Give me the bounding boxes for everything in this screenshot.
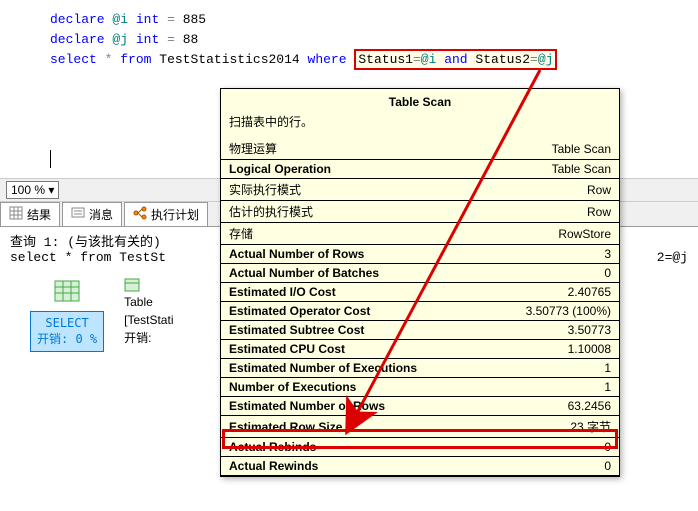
tab-messages[interactable]: 消息 (62, 202, 122, 226)
tab-results[interactable]: 结果 (0, 202, 60, 226)
where-clause-highlight: Status1=@i and Status2=@j (354, 49, 557, 70)
message-icon (71, 206, 85, 223)
plan-node-tablescan[interactable]: Table [TestStati 开销: (124, 275, 173, 347)
plan-icon (133, 206, 147, 223)
select-cost-label: SELECT 开销: 0 % (30, 311, 104, 352)
tooltip-row: Estimated Row Size23 字节 (221, 416, 619, 438)
tooltip-title: Table Scan (221, 89, 619, 111)
tooltip-row: Estimated CPU Cost1.10008 (221, 340, 619, 359)
tab-label: 执行计划 (151, 206, 199, 223)
zoom-select[interactable]: 100 % ▾ (6, 181, 59, 199)
operator-tooltip: Table Scan 扫描表中的行。 物理运算Table ScanLogical… (220, 88, 620, 477)
table-icon (124, 277, 140, 293)
tooltip-row: Number of Executions1 (221, 378, 619, 397)
tooltip-row: 存储RowStore (221, 223, 619, 245)
tooltip-description: 扫描表中的行。 (221, 111, 619, 138)
tooltip-properties: 物理运算Table ScanLogical OperationTable Sca… (221, 138, 619, 476)
tooltip-row: Actual Rewinds0 (221, 457, 619, 476)
tooltip-row: Estimated I/O Cost2.40765 (221, 283, 619, 302)
tab-execution-plan[interactable]: 执行计划 (124, 202, 208, 226)
tooltip-row: Estimated Subtree Cost3.50773 (221, 321, 619, 340)
tab-label: 结果 (27, 206, 51, 223)
grid-icon (9, 206, 23, 223)
tab-label: 消息 (89, 206, 113, 223)
tooltip-row: 物理运算Table Scan (221, 138, 619, 160)
tooltip-row: Actual Number of Rows3 (221, 245, 619, 264)
tooltip-row: Actual Rebinds0 (221, 438, 619, 457)
code-line: select * from TestStatistics2014 where S… (50, 50, 688, 70)
tooltip-row: Logical OperationTable Scan (221, 160, 619, 179)
chevron-down-icon: ▾ (48, 183, 54, 197)
table-icon (51, 275, 83, 307)
code-line: declare @j int = 88 (50, 30, 688, 50)
code-line: declare @i int = 885 (50, 10, 688, 30)
plan-node-select[interactable]: SELECT 开销: 0 % (30, 275, 104, 352)
tooltip-row: 估计的执行模式Row (221, 201, 619, 223)
tooltip-row: Estimated Operator Cost3.50773 (100%) (221, 302, 619, 321)
tooltip-row: Actual Number of Batches0 (221, 264, 619, 283)
tooltip-row: 实际执行模式Row (221, 179, 619, 201)
tooltip-row: Estimated Number of Executions1 (221, 359, 619, 378)
tooltip-row: Estimated Number of Rows63.2456 (221, 397, 619, 416)
